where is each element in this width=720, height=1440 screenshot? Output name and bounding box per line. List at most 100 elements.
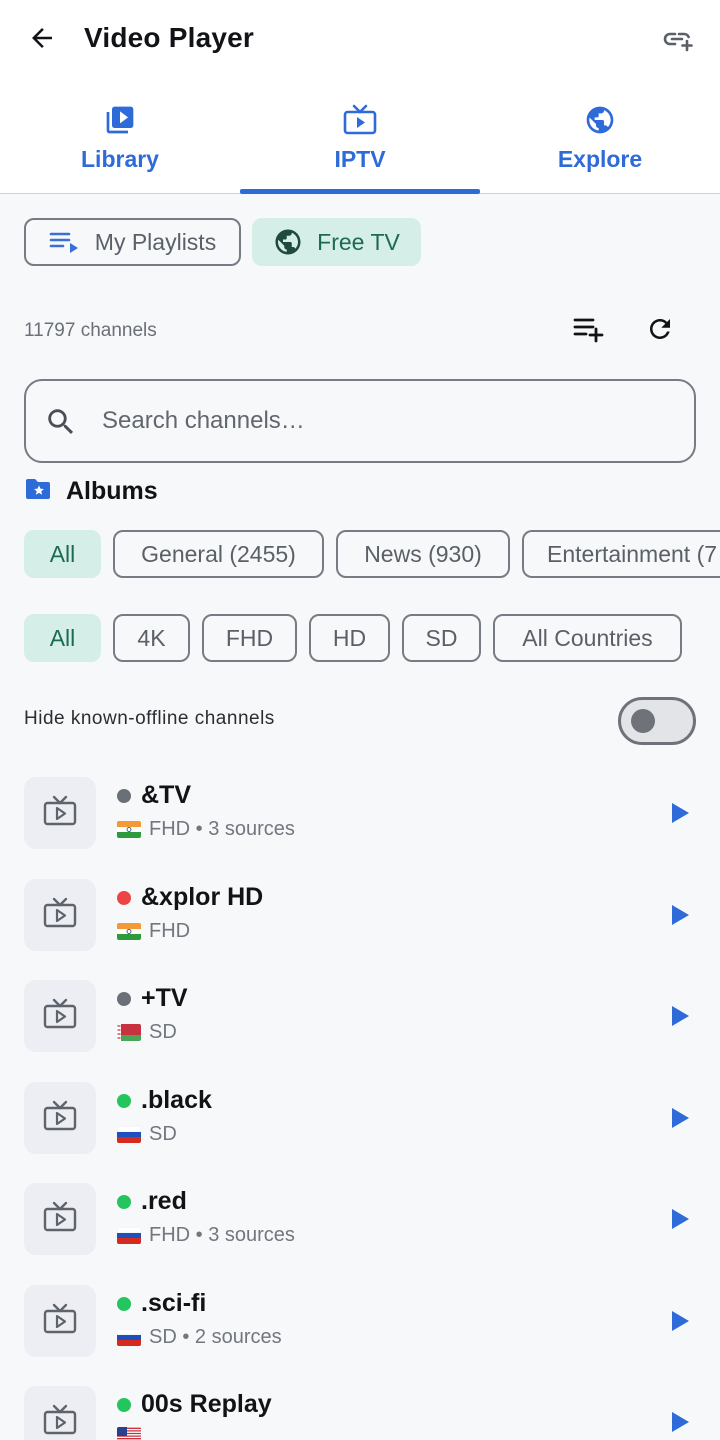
status-dot	[117, 891, 131, 905]
add-playlist-button[interactable]	[567, 309, 611, 353]
add-link-icon	[662, 26, 694, 57]
channel-meta: SD	[117, 1021, 177, 1044]
albums-header: Albums	[24, 474, 158, 508]
playlist-play-icon	[49, 229, 81, 255]
play-button[interactable]	[666, 1410, 694, 1438]
toggle-knob	[631, 709, 655, 733]
russia-flag-icon	[117, 1227, 141, 1244]
free-tv-chip[interactable]: Free TV	[252, 218, 421, 266]
category-chip-all[interactable]: All	[24, 530, 101, 578]
channel-thumbnail	[24, 777, 96, 849]
play-icon	[670, 1208, 690, 1235]
free-tv-label: Free TV	[317, 228, 400, 255]
india-flag-icon	[117, 923, 141, 940]
tv-icon	[43, 897, 77, 934]
play-button[interactable]	[666, 1004, 694, 1032]
channel-meta: FHD	[117, 920, 190, 943]
play-button[interactable]	[666, 1309, 694, 1337]
status-dot	[117, 992, 131, 1006]
play-button[interactable]	[666, 903, 694, 931]
back-button[interactable]	[22, 22, 62, 58]
play-button[interactable]	[666, 1207, 694, 1235]
main-tabs: Library IPTV Explore	[0, 80, 720, 194]
play-icon	[670, 1310, 690, 1337]
tab-indicator	[240, 189, 480, 194]
russia-flag-icon	[117, 1126, 141, 1143]
tab-explore[interactable]: Explore	[480, 80, 720, 193]
channel-name: .black	[141, 1086, 212, 1114]
tab-library[interactable]: Library	[0, 80, 240, 193]
add-link-button[interactable]	[658, 24, 698, 58]
my-playlists-label: My Playlists	[94, 228, 217, 255]
channel-meta-text: SD	[149, 1021, 177, 1043]
channel-name: &TV	[141, 781, 191, 809]
refresh-button[interactable]	[638, 309, 682, 353]
channel-row[interactable]: .sci-fi SD • 2 sources	[0, 1285, 720, 1386]
channel-name: .red	[141, 1187, 187, 1215]
channel-thumbnail	[24, 1386, 96, 1440]
channel-meta: SD	[117, 1123, 177, 1146]
play-icon	[670, 1411, 690, 1438]
belarus-flag-icon	[117, 1024, 141, 1041]
play-icon	[670, 904, 690, 931]
usa-flag-icon	[117, 1427, 141, 1440]
quality-chip-all[interactable]: All	[24, 614, 101, 662]
channel-row[interactable]: +TV SD	[0, 980, 720, 1081]
channel-row[interactable]: 00s Replay	[0, 1386, 720, 1440]
status-dot	[117, 1195, 131, 1209]
status-dot	[117, 1297, 131, 1311]
hide-offline-label: Hide known-offline channels	[24, 708, 275, 729]
app-bar: Video Player	[0, 0, 720, 80]
channel-meta	[117, 1427, 149, 1440]
status-dot	[117, 1398, 131, 1412]
tv-icon	[343, 102, 377, 138]
tv-icon	[43, 1303, 77, 1340]
channel-meta: SD • 2 sources	[117, 1326, 282, 1349]
channel-meta-text: FHD • 3 sources	[149, 818, 295, 840]
channel-row[interactable]: &TV FHD • 3 sources	[0, 777, 720, 878]
channel-thumbnail	[24, 1082, 96, 1154]
search-input[interactable]	[102, 401, 662, 441]
quality-chip-sd[interactable]: SD	[402, 614, 481, 662]
category-chip-entertainment[interactable]: Entertainment (7	[522, 530, 720, 578]
channel-thumbnail	[24, 980, 96, 1052]
tv-icon	[43, 795, 77, 832]
tv-icon	[43, 1201, 77, 1238]
russia-flag-icon	[117, 1329, 141, 1346]
hide-offline-toggle[interactable]	[618, 697, 696, 745]
channel-row[interactable]: .black SD	[0, 1082, 720, 1183]
category-chip-news[interactable]: News (930)	[336, 530, 510, 578]
globe-icon	[584, 102, 616, 138]
quality-chip-4k[interactable]: 4K	[113, 614, 190, 662]
channel-thumbnail	[24, 1183, 96, 1255]
channel-meta-text: SD • 2 sources	[149, 1326, 282, 1348]
refresh-icon	[645, 314, 675, 349]
play-icon	[670, 1107, 690, 1134]
globe-icon	[273, 227, 303, 257]
quality-chip-fhd[interactable]: FHD	[202, 614, 297, 662]
channel-row[interactable]: .red FHD • 3 sources	[0, 1183, 720, 1284]
category-chip-general[interactable]: General (2455)	[113, 530, 324, 578]
playlist-add-icon	[573, 315, 605, 348]
channel-name: &xplor HD	[141, 883, 264, 911]
channel-row[interactable]: &xplor HD FHD	[0, 879, 720, 980]
quality-chip-hd[interactable]: HD	[309, 614, 390, 662]
india-flag-icon	[117, 821, 141, 838]
albums-title: Albums	[66, 476, 158, 505]
channel-meta: FHD • 3 sources	[117, 818, 295, 841]
my-playlists-chip[interactable]: My Playlists	[24, 218, 241, 266]
channel-meta-text: FHD	[149, 920, 191, 942]
arrow-back-icon	[27, 23, 57, 58]
country-filter-chip[interactable]: All Countries	[493, 614, 682, 662]
channel-meta-text: FHD • 3 sources	[149, 1224, 295, 1246]
play-icon	[670, 802, 690, 829]
status-dot	[117, 789, 131, 803]
channel-name: .sci-fi	[141, 1289, 207, 1317]
play-button[interactable]	[666, 1106, 694, 1134]
search-icon	[44, 405, 78, 444]
tab-iptv-label: IPTV	[334, 146, 386, 172]
page-title: Video Player	[84, 22, 254, 53]
tab-library-label: Library	[81, 146, 159, 172]
tab-iptv[interactable]: IPTV	[240, 80, 480, 193]
play-button[interactable]	[666, 801, 694, 829]
